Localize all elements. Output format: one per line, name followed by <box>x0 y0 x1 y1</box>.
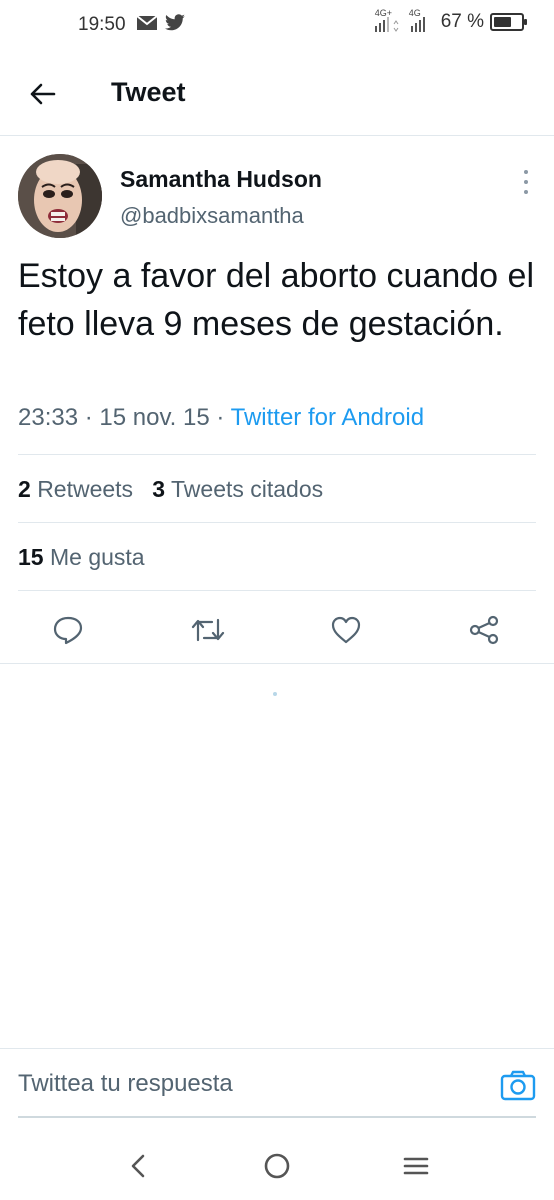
like-button[interactable] <box>324 608 368 652</box>
like-stats: 15 Me gusta <box>18 544 145 571</box>
status-bar: 19:50 4G+ 4G 67 % <box>0 0 554 50</box>
quotes-label: Tweets citados <box>171 476 324 502</box>
page-title: Tweet <box>111 77 186 107</box>
author-handle[interactable]: @badbixsamantha <box>120 203 304 229</box>
nav-back-button[interactable] <box>118 1146 158 1186</box>
avatar[interactable] <box>18 154 102 238</box>
likes-link[interactable]: 15 Me gusta <box>18 544 145 570</box>
status-time: 19:50 <box>78 14 126 35</box>
tweet-time: 23:33 <box>18 404 79 431</box>
system-nav-bar <box>0 1130 554 1200</box>
meta-separator: · <box>216 404 225 431</box>
more-vertical-icon <box>524 170 528 174</box>
battery-percent: 67 % <box>440 11 484 32</box>
reply-button[interactable] <box>46 608 90 652</box>
quotes-link[interactable]: 3 Tweets citados <box>152 476 323 502</box>
top-app-bar: Tweet <box>0 50 554 136</box>
camera-icon <box>500 1070 536 1101</box>
reply-input[interactable] <box>18 1049 478 1119</box>
divider <box>18 590 536 591</box>
nav-home-button[interactable] <box>257 1146 297 1186</box>
menu-icon <box>403 1157 429 1175</box>
circle-home-icon <box>264 1153 290 1179</box>
status-right: 4G+ 4G 67 % <box>373 8 527 34</box>
tweet-meta: 23:33 · 15 nov. 15 · Twitter for Android <box>18 404 424 432</box>
retweet-stats: 2 Retweets 3 Tweets citados <box>18 476 323 503</box>
notification-icons <box>136 14 186 37</box>
back-button[interactable] <box>24 76 60 112</box>
mail-icon <box>136 15 158 36</box>
retweet-button[interactable] <box>186 608 230 652</box>
loading-indicator <box>273 692 277 696</box>
tweet-date: 15 nov. 15 <box>99 404 210 431</box>
battery-icon <box>490 13 527 31</box>
tweet-actions <box>0 602 554 662</box>
meta-separator: · <box>84 404 93 431</box>
tweet-source-link[interactable]: Twitter for Android <box>231 404 424 431</box>
signal-icon-1: 4G+ <box>373 8 401 34</box>
likes-label: Me gusta <box>49 544 145 570</box>
chevron-left-icon <box>131 1154 145 1178</box>
retweets-link[interactable]: 2 Retweets <box>18 476 133 502</box>
reply-bar <box>0 1048 554 1119</box>
share-icon <box>469 615 499 645</box>
tweet-author: Samantha Hudson @badbixsamantha <box>18 154 538 240</box>
share-button[interactable] <box>462 608 506 652</box>
retweets-count: 2 <box>18 476 31 502</box>
tweet-text: Estoy a favor del aborto cuando el feto … <box>18 257 534 343</box>
author-display-name[interactable]: Samantha Hudson <box>120 166 322 193</box>
nav-menu-button[interactable] <box>396 1146 436 1186</box>
signal-icon-2: 4G <box>407 8 435 34</box>
reply-underline <box>18 1116 536 1118</box>
more-options-button[interactable] <box>520 170 532 194</box>
divider <box>18 454 536 455</box>
retweet-icon <box>191 618 225 642</box>
reply-icon <box>53 616 83 645</box>
quotes-count: 3 <box>152 476 166 502</box>
camera-button[interactable] <box>500 1069 536 1103</box>
heart-icon <box>331 616 361 644</box>
arrow-left-icon <box>30 83 56 105</box>
divider <box>18 522 536 523</box>
retweets-label: Retweets <box>37 476 134 502</box>
battery-level <box>494 17 512 27</box>
divider <box>0 663 554 664</box>
likes-count: 15 <box>18 544 44 570</box>
twitter-bird-icon <box>164 14 186 37</box>
